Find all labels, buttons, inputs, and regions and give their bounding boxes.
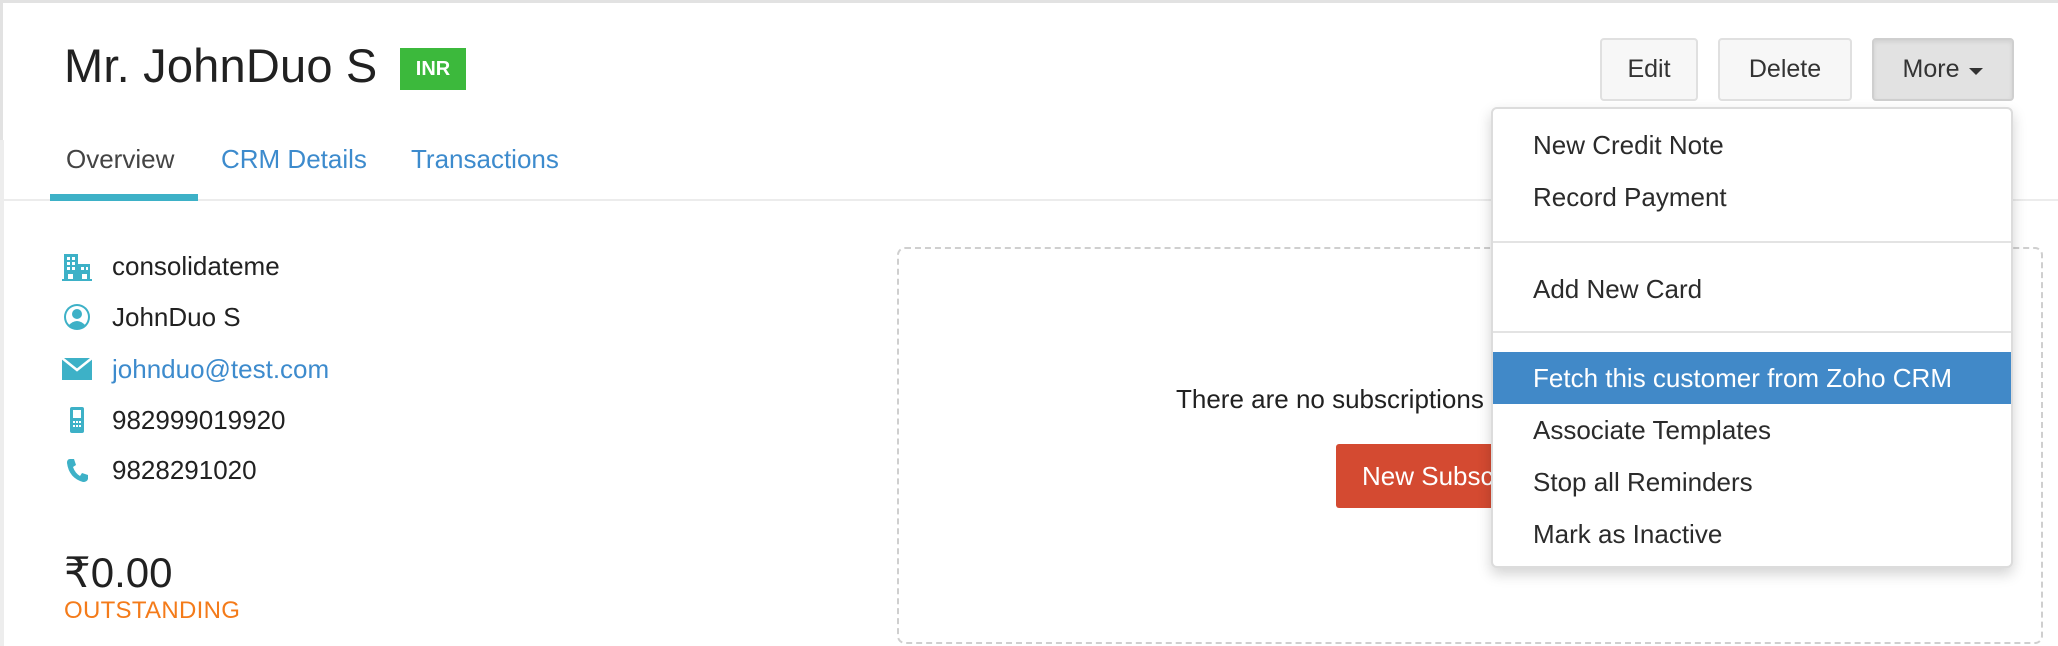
currency-badge: INR bbox=[400, 48, 466, 90]
outstanding-amount: ₹0.00 bbox=[64, 549, 173, 596]
more-dropdown-menu: New Credit Note Record Payment Add New C… bbox=[1491, 107, 2013, 568]
contact-email-row: johnduo@test.com bbox=[60, 351, 329, 387]
contact-name: JohnDuo S bbox=[112, 301, 241, 332]
delete-button-label: Delete bbox=[1748, 55, 1822, 83]
user-icon bbox=[60, 300, 94, 334]
contact-mobile-row: 982999019920 bbox=[60, 402, 286, 438]
active-tab-indicator bbox=[50, 194, 198, 201]
edit-button-label: Edit bbox=[1627, 55, 1671, 83]
menu-item-associate-templates[interactable]: Associate Templates bbox=[1493, 404, 2011, 456]
menu-divider bbox=[1493, 241, 2011, 243]
tab-crm-details[interactable]: CRM Details bbox=[221, 144, 367, 175]
contact-company: consolidateme bbox=[112, 250, 280, 281]
building-icon bbox=[60, 249, 94, 283]
phone-icon bbox=[60, 453, 94, 487]
contact-phone: 9828291020 bbox=[112, 454, 257, 485]
outstanding-label: OUTSTANDING bbox=[64, 597, 241, 624]
mail-icon bbox=[60, 352, 94, 386]
tab-transactions[interactable]: Transactions bbox=[411, 144, 559, 175]
contact-name-row: JohnDuo S bbox=[60, 299, 241, 335]
menu-item-stop-all-reminders[interactable]: Stop all Reminders bbox=[1493, 456, 2011, 508]
menu-item-new-credit-note[interactable]: New Credit Note bbox=[1493, 119, 2011, 171]
contact-mobile: 982999019920 bbox=[112, 404, 286, 435]
contact-phone-row: 9828291020 bbox=[60, 452, 257, 488]
no-subscriptions-message: There are no subscriptions bbox=[1176, 384, 1484, 414]
contact-email-link[interactable]: johnduo@test.com bbox=[112, 354, 329, 385]
customer-title: Mr. JohnDuo S bbox=[64, 39, 378, 92]
menu-item-fetch-from-zoho-crm[interactable]: Fetch this customer from Zoho CRM bbox=[1493, 352, 2011, 404]
more-button-label: More bbox=[1902, 55, 1960, 83]
mobile-phone-icon bbox=[60, 403, 94, 437]
contact-company-row: consolidateme bbox=[60, 248, 280, 284]
menu-item-record-payment[interactable]: Record Payment bbox=[1493, 171, 2011, 223]
window-top-border bbox=[0, 0, 2058, 3]
window-left-border-lower bbox=[0, 140, 4, 646]
menu-divider bbox=[1493, 331, 2011, 333]
menu-item-mark-as-inactive[interactable]: Mark as Inactive bbox=[1493, 508, 2011, 560]
more-button[interactable]: More bbox=[1872, 38, 2014, 101]
edit-button[interactable]: Edit bbox=[1600, 38, 1698, 101]
delete-button[interactable]: Delete bbox=[1718, 38, 1852, 101]
caret-down-icon bbox=[1969, 68, 1984, 75]
window-left-border bbox=[0, 0, 3, 140]
menu-item-add-new-card[interactable]: Add New Card bbox=[1493, 263, 2011, 315]
tab-overview[interactable]: Overview bbox=[66, 144, 174, 175]
